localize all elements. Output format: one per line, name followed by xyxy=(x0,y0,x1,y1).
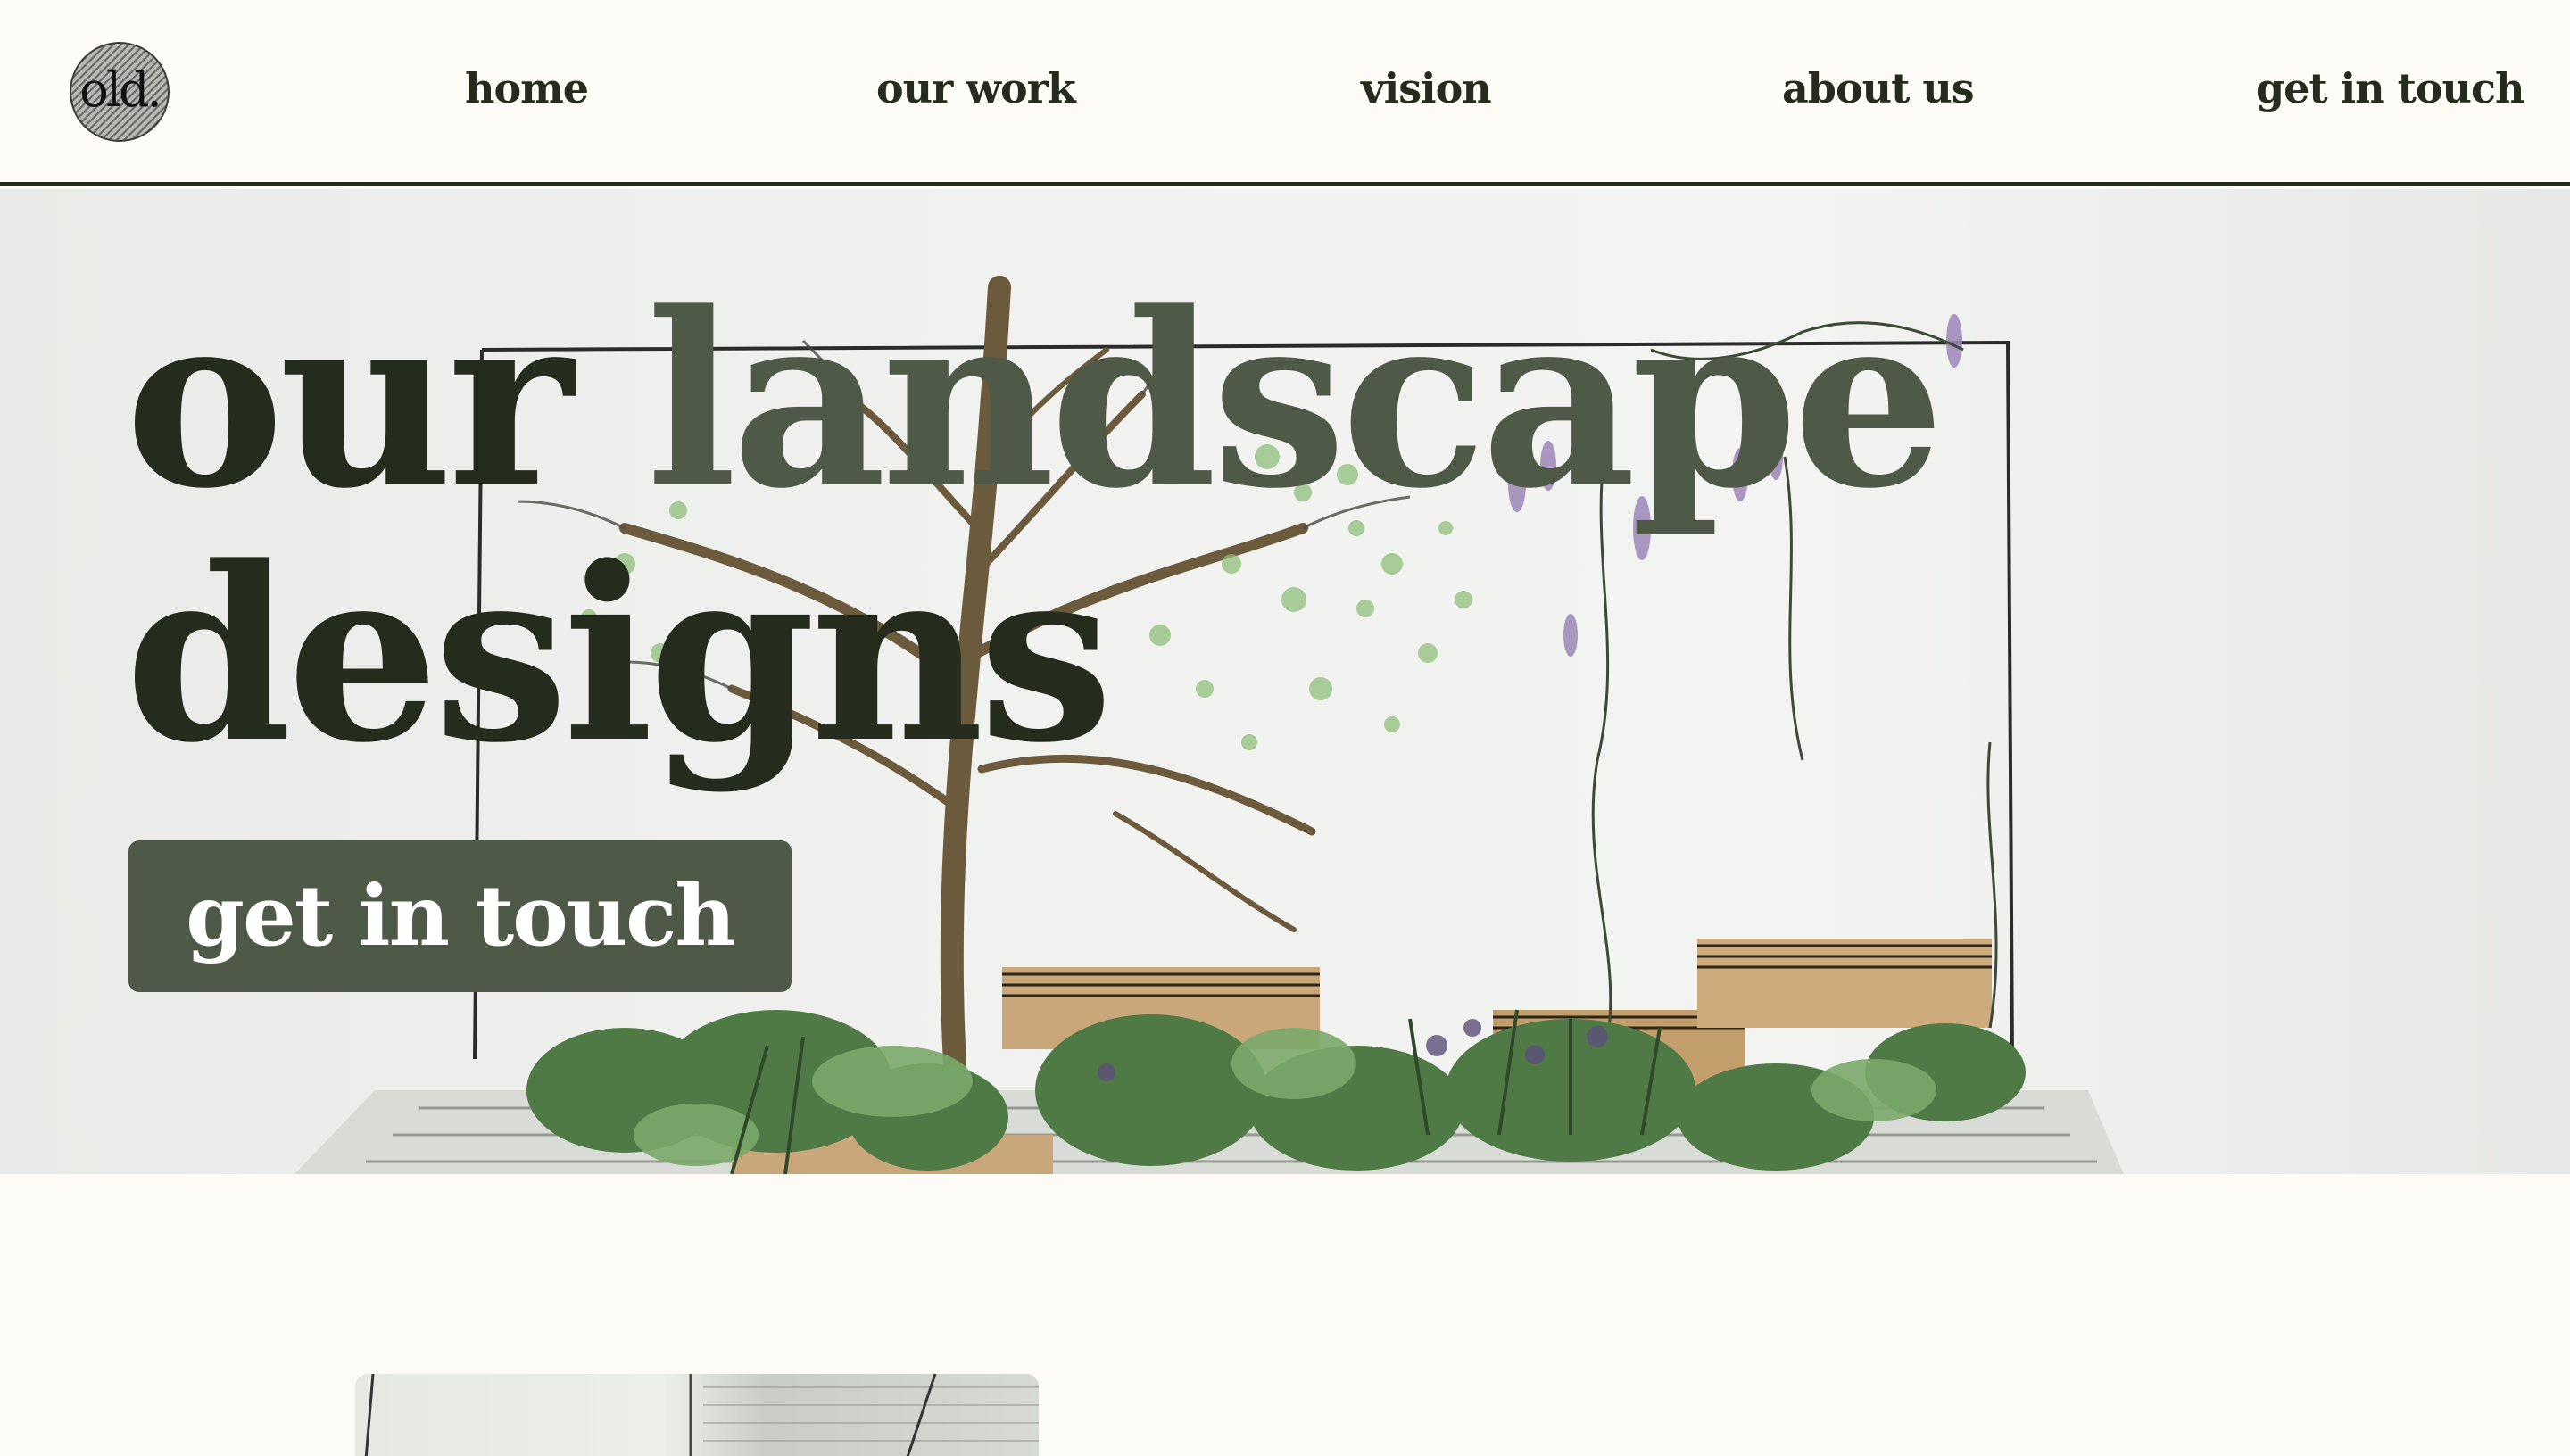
nav-vision[interactable]: vision xyxy=(1361,64,1492,112)
site-header: old. home our work vision about us get i… xyxy=(0,0,2570,186)
headline-designs: designs xyxy=(125,515,1114,796)
nav-our-work[interactable]: our work xyxy=(876,64,1076,112)
logo[interactable]: old. xyxy=(70,42,170,142)
project-preview-image xyxy=(355,1374,1039,1456)
cta-label: get in touch xyxy=(186,867,735,965)
logo-text: old. xyxy=(79,61,162,118)
hero-headline: our landscape designs xyxy=(125,274,1944,782)
get-in-touch-button[interactable]: get in touch xyxy=(128,840,792,992)
nav-home[interactable]: home xyxy=(465,64,589,112)
nav-get-in-touch[interactable]: get in touch xyxy=(2256,64,2524,112)
headline-our: our xyxy=(125,261,647,542)
nav-about-us[interactable]: about us xyxy=(1782,64,1975,112)
hero-section: our landscape designs get in touch xyxy=(0,189,2570,1174)
headline-landscape: landscape xyxy=(646,261,1944,542)
page: old. home our work vision about us get i… xyxy=(0,0,2570,1456)
